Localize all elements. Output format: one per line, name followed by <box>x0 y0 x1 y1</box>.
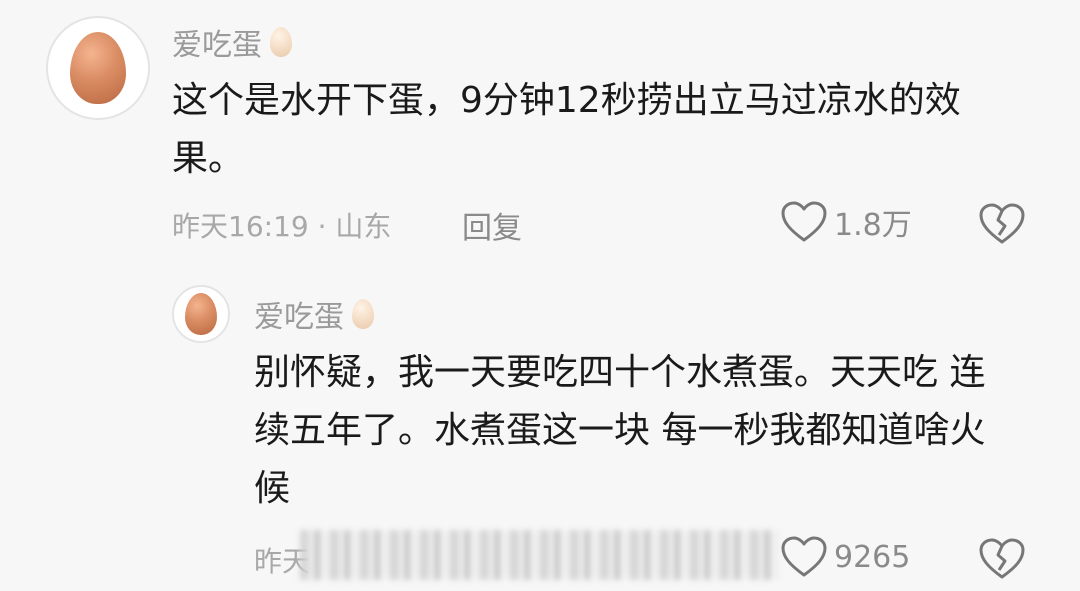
reply-text-line: 续五年了。水煮蛋这一块 每一秒我都知道啥火 <box>254 410 986 451</box>
reply-like-button[interactable]: 9265 <box>780 535 910 579</box>
comment-avatar[interactable] <box>46 16 150 120</box>
reply-avatar[interactable] <box>172 285 230 343</box>
egg-badge-icon <box>352 299 374 329</box>
comment-text-line: 这个是水开下蛋，9分钟12秒捞出立马过凉水的效 <box>172 80 961 121</box>
comment-text: 这个是水开下蛋，9分钟12秒捞出立马过凉水的效 果。 <box>172 72 961 188</box>
blurred-redaction <box>300 530 780 580</box>
broken-heart-icon[interactable] <box>978 202 1026 246</box>
egg-badge-icon <box>270 27 292 57</box>
reply-text: 别怀疑，我一天要吃四十个水煮蛋。天天吃 连 续五年了。水煮蛋这一块 每一秒我都知… <box>254 344 985 518</box>
egg-avatar-icon <box>185 293 217 335</box>
comment-username[interactable]: 爱吃蛋 <box>172 20 292 64</box>
reply-username[interactable]: 爱吃蛋 <box>254 292 374 336</box>
comment-like-count: 1.8万 <box>834 208 912 243</box>
comment-like-button[interactable]: 1.8万 <box>780 200 912 244</box>
reply-like-count: 9265 <box>834 539 911 575</box>
comment-text-line: 果。 <box>172 138 245 179</box>
broken-heart-icon[interactable] <box>978 537 1026 581</box>
heart-outline-icon <box>781 536 827 577</box>
reply-text-line: 别怀疑，我一天要吃四十个水煮蛋。天天吃 连 <box>254 352 986 393</box>
comment-time-location: 昨天16:19 · 山东 <box>172 210 392 243</box>
egg-avatar-icon <box>70 32 126 104</box>
reply-button[interactable]: 回复 <box>462 203 522 247</box>
reply-text-line: 候 <box>254 468 291 509</box>
heart-outline-icon <box>781 201 827 242</box>
